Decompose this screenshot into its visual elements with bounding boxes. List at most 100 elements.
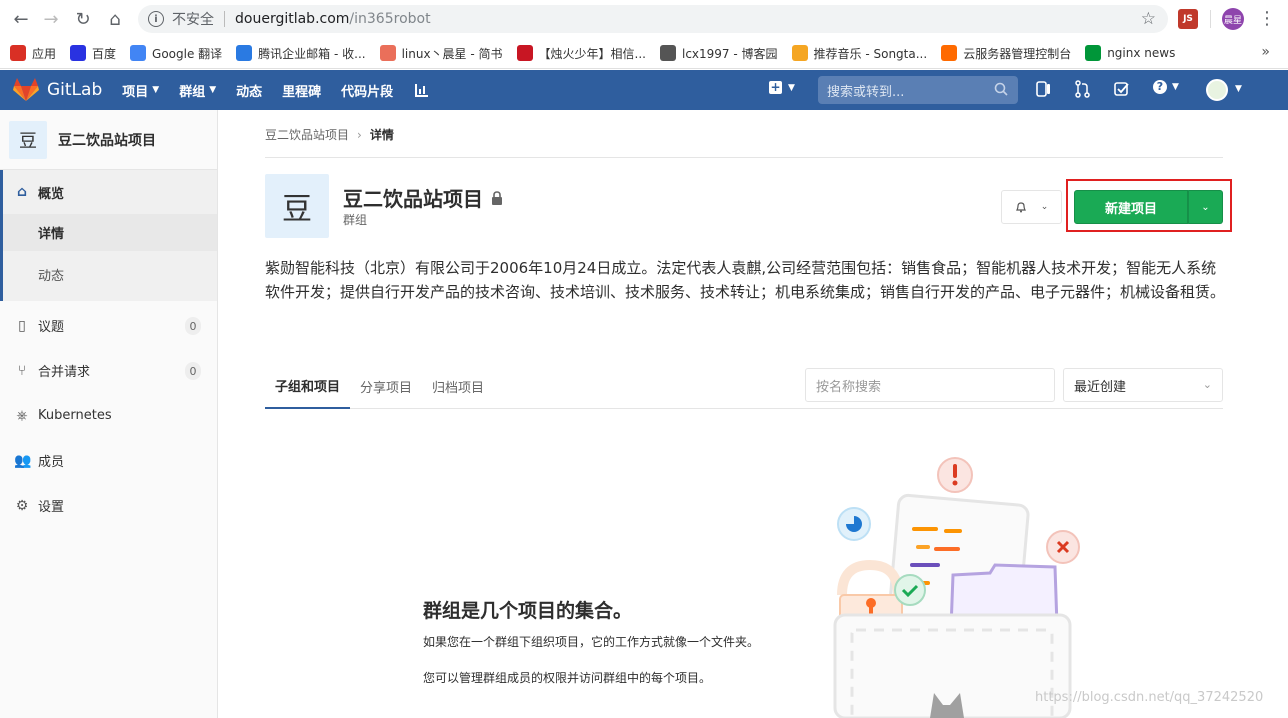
tab-subgroups-projects[interactable]: 子组和项目 — [265, 364, 351, 409]
group-description: 紫勋智能科技（北京）有限公司于2006年10月24日成立。法定代表人袁麒,公司经… — [265, 259, 1226, 301]
search-placeholder: 搜索或转到... — [827, 84, 905, 100]
page-title: 豆二饮品站项目 — [343, 183, 503, 212]
profile-avatar[interactable]: 晨星 — [1222, 8, 1244, 30]
global-search-input[interactable]: 搜索或转到... — [818, 76, 1018, 104]
top-nav-item[interactable]: 动态 — [236, 81, 262, 100]
count-badge: 0 — [185, 317, 201, 335]
nginx-icon — [1085, 45, 1102, 61]
bookmark-item[interactable]: 应用 — [10, 45, 56, 62]
google-translate-icon — [130, 45, 147, 61]
sidebar-item[interactable]: 👥 成员 — [0, 438, 217, 483]
chevron-down-icon[interactable]: ▼ — [1235, 84, 1242, 94]
sidebar-item[interactable]: ⚙ 设置 — [0, 483, 217, 528]
empty-state-title: 群组是几个项目的集合。 — [423, 600, 633, 622]
sidebar-item[interactable]: ⑂ 合并请求 0 — [0, 348, 217, 393]
new-dropdown[interactable]: + ▼ — [769, 81, 795, 94]
bookmark-item[interactable]: 【烛火少年】相信... — [516, 45, 646, 62]
top-nav-label: 动态 — [236, 84, 263, 100]
divider — [265, 157, 1223, 158]
bookmarks-overflow-icon[interactable]: » — [1261, 44, 1270, 60]
insecure-label: 不安全 — [172, 12, 214, 28]
top-nav-label: 项目 — [122, 84, 149, 100]
back-arrow-icon[interactable]: ← — [6, 4, 36, 34]
sidebar-subitem-details[interactable]: 详情 — [0, 214, 217, 251]
merge-request-icon: ⑂ — [17, 362, 27, 379]
bookmark-label: 百度 — [92, 46, 117, 61]
star-icon[interactable]: ☆ — [1141, 9, 1156, 29]
top-nav-item[interactable]: 群组 ▼ — [179, 81, 216, 100]
top-nav-item[interactable]: 代码片段 — [341, 81, 393, 100]
top-nav-item[interactable]: 里程碑 — [282, 81, 321, 100]
top-nav: 项目 ▼ 群组 ▼ 动态 里程碑 代码片段 — [122, 81, 413, 100]
chevron-down-icon: ▼ — [152, 85, 160, 95]
bookmarks-bar: 应用 百度 Google 翻译 腾讯企业邮箱 - 收... linux丶晨星 - 简书 【… — [0, 38, 1288, 69]
issues-icon[interactable] — [1036, 80, 1052, 98]
lock-icon — [492, 190, 502, 205]
bookmark-item[interactable]: Google 翻译 — [130, 45, 222, 62]
bookmark-label: lcx1997 - 博客园 — [681, 46, 778, 61]
sidebar-item-label: Kubernetes — [38, 408, 112, 423]
bookmark-item[interactable]: 腾讯企业邮箱 - 收... — [236, 45, 366, 62]
bookmark-item[interactable]: linux丶晨星 - 简书 — [379, 45, 503, 62]
extension-js-icon[interactable]: JS — [1178, 9, 1198, 29]
sidebar-item[interactable]: ▯ 议题 0 — [0, 303, 217, 348]
bookmark-label: nginx news — [1107, 46, 1176, 60]
reload-icon[interactable]: ↻ — [68, 4, 98, 34]
bookmark-label: 【烛火少年】相信... — [538, 46, 646, 61]
info-icon[interactable]: i — [148, 11, 164, 27]
sidebar-item[interactable]: ⎈ Kubernetes — [0, 393, 217, 438]
home-icon[interactable]: ⌂ — [100, 4, 130, 34]
bookmark-item[interactable]: 百度 — [70, 45, 116, 62]
bookmark-item[interactable]: 推荐音乐 - Songta... — [791, 45, 927, 62]
top-nav-item[interactable]: 项目 ▼ — [122, 81, 159, 100]
forward-arrow-icon[interactable]: → — [36, 4, 66, 34]
tab-archived-projects[interactable]: 归档项目 — [422, 364, 494, 409]
bookmark-label: Google 翻译 — [152, 46, 223, 61]
sidebar-item-label: 合并请求 — [38, 365, 91, 380]
chart-icon[interactable] — [415, 83, 429, 97]
user-avatar[interactable] — [1206, 79, 1228, 101]
address-bar[interactable]: i 不安全 douergitlab.com/in365robot ☆ — [138, 5, 1168, 33]
sidebar-item-label: 成员 — [38, 455, 65, 470]
sidebar-group-header[interactable]: 豆 豆二饮品站项目 — [0, 110, 217, 170]
merge-request-icon[interactable] — [1075, 80, 1091, 98]
settings-icon: ⚙ — [15, 497, 29, 514]
gitlab-brand[interactable]: GitLab — [47, 80, 102, 100]
help-dropdown[interactable]: ? ▼ — [1153, 80, 1179, 94]
bookmark-label: 腾讯企业邮箱 - 收... — [258, 46, 366, 61]
group-avatar-large: 豆 — [265, 174, 329, 238]
top-nav-label: 群组 — [179, 84, 206, 100]
group-title-text: 豆二饮品站项目 — [343, 187, 483, 211]
chevron-down-icon: ▼ — [209, 85, 217, 95]
divider — [224, 11, 225, 27]
bookmark-item[interactable]: 云服务器管理控制台 — [941, 45, 1071, 62]
count-badge: 0 — [185, 362, 201, 380]
new-project-dropdown-toggle[interactable]: ⌄ — [1188, 190, 1223, 224]
top-nav-label: 里程碑 — [282, 84, 322, 100]
bookmark-item[interactable]: nginx news — [1085, 45, 1175, 61]
gitlab-logo-icon[interactable] — [13, 78, 39, 102]
sidebar-subitem-activity[interactable]: 动态 — [0, 251, 217, 301]
chevron-down-icon: ⌄ — [1040, 202, 1049, 212]
tab-shared-projects[interactable]: 分享项目 — [350, 364, 422, 409]
more-menu-icon[interactable]: ⋮ — [1258, 8, 1276, 30]
notification-dropdown[interactable]: ⌄ — [1001, 190, 1062, 224]
bell-icon — [1015, 202, 1026, 213]
sidebar-group-name: 豆二饮品站项目 — [58, 132, 156, 149]
divider — [1210, 10, 1211, 28]
empty-state-text: 如果您在一个群组下组织项目，它的工作方式就像一个文件夹。 — [423, 635, 760, 649]
csdn-icon — [516, 45, 533, 61]
empty-state-illustration — [833, 457, 1080, 718]
new-project-button[interactable]: 新建项目 — [1074, 190, 1188, 224]
sidebar-item-overview[interactable]: ⌂ 概览 — [3, 170, 217, 214]
filter-search-input[interactable]: 按名称搜索 — [805, 368, 1055, 402]
bookmark-item[interactable]: lcx1997 - 博客园 — [659, 45, 778, 62]
bookmark-label: 应用 — [32, 46, 57, 61]
breadcrumb-group-link[interactable]: 豆二饮品站项目 — [265, 126, 349, 143]
breadcrumb-current: 详情 — [369, 128, 394, 142]
sort-dropdown[interactable]: 最近创建 ⌄ — [1063, 368, 1223, 402]
sidebar: 豆 豆二饮品站项目 ⌂ 概览 详情 动态 ▯ 议题 0 ⑂ 合并请求 0 ⎈ Kubernet… — [0, 110, 218, 718]
todo-check-icon[interactable] — [1114, 80, 1130, 98]
browser-toolbar: ← → ↻ ⌂ i 不安全 douergitlab.com/in365robot… — [0, 0, 1288, 38]
search-placeholder: 按名称搜索 — [816, 379, 882, 395]
